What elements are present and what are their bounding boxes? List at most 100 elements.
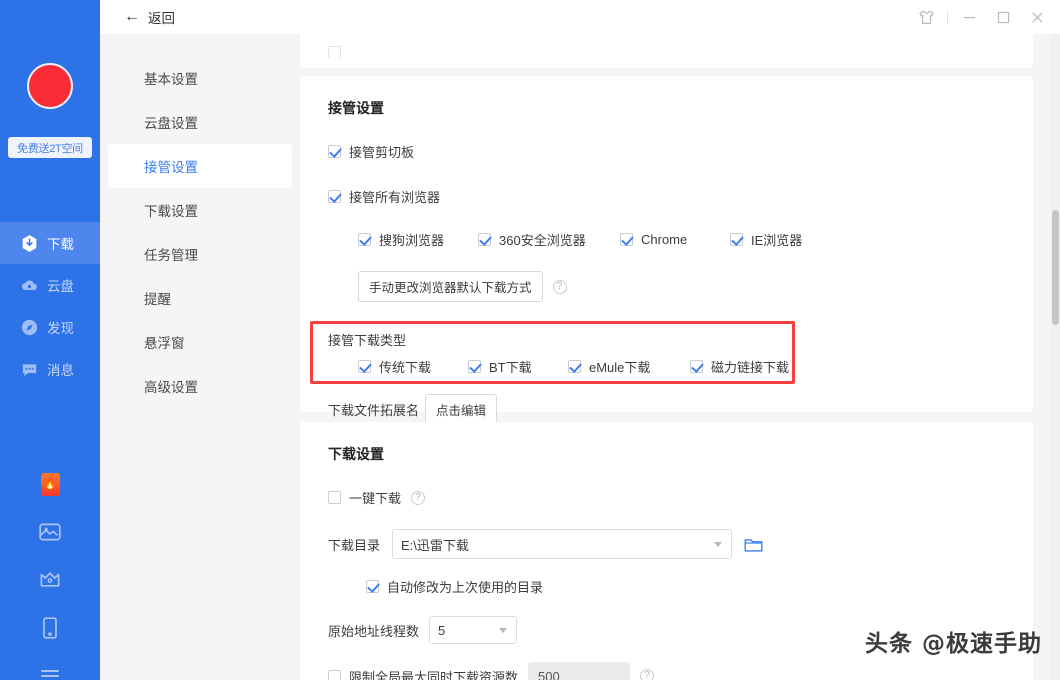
auto-last-dir-checkbox[interactable]	[366, 580, 379, 593]
browser-item-360[interactable]: 360安全浏览器	[478, 230, 620, 249]
one-click-download-help-icon[interactable]: ?	[411, 491, 425, 505]
browser-item-sogou[interactable]: 搜狗浏览器	[358, 230, 478, 249]
takeover-all-browsers-row[interactable]: 接管所有浏览器	[300, 187, 1033, 206]
type-emule-label: eMule下载	[589, 357, 650, 376]
type-magnet-checkbox[interactable]	[690, 360, 703, 373]
skin-icon[interactable]	[909, 0, 943, 34]
folder-open-icon[interactable]	[744, 536, 763, 553]
takeover-clipboard-checkbox[interactable]	[328, 145, 341, 158]
mobile-phone-icon	[42, 617, 58, 639]
takeover-all-browsers-checkbox[interactable]	[328, 190, 341, 203]
window-controls	[909, 0, 1054, 34]
browser-item-chrome[interactable]: Chrome	[620, 232, 730, 247]
previous-section-card	[300, 34, 1033, 68]
type-emule-checkbox[interactable]	[568, 360, 581, 373]
type-traditional-checkbox[interactable]	[358, 360, 371, 373]
limit-concurrent-toggle[interactable]: 限制全局最大同时下载资源数	[328, 667, 518, 680]
limit-concurrent-help-icon[interactable]: ?	[640, 669, 654, 680]
manual-change-row: 手动更改浏览器默认下载方式 ?	[300, 271, 1033, 302]
browser-sogou-checkbox[interactable]	[358, 233, 371, 246]
sidebar-item-discover[interactable]: 发现	[0, 306, 100, 348]
browser-chrome-label: Chrome	[641, 232, 687, 247]
back-label: 返回	[148, 7, 175, 27]
hamburger-menu-icon	[40, 668, 60, 680]
close-button[interactable]	[1020, 0, 1054, 34]
arrow-left-icon: ←	[124, 9, 140, 25]
type-item-magnet[interactable]: 磁力链接下载	[690, 357, 789, 376]
settings-item-reminder[interactable]: 提醒	[108, 276, 292, 320]
chevron-down-icon[interactable]	[499, 628, 507, 633]
origin-threads-select[interactable]: 5	[429, 616, 517, 644]
browser-ie-checkbox[interactable]	[730, 233, 743, 246]
clipped-checkbox[interactable]	[328, 46, 341, 58]
compass-icon	[20, 318, 39, 337]
browser-360-checkbox[interactable]	[478, 233, 491, 246]
rail-tool-mobile[interactable]	[0, 604, 100, 652]
settings-item-takeover[interactable]: 接管设置	[108, 144, 292, 188]
browser-list: 搜狗浏览器 360安全浏览器 Chrome IE浏览器	[300, 230, 1033, 249]
settings-item-basic[interactable]: 基本设置	[108, 56, 292, 100]
settings-item-label: 悬浮窗	[144, 332, 185, 352]
one-click-download-row: 一键下载 ?	[300, 488, 1033, 507]
file-extension-row: 下载文件拓展名 点击编辑	[328, 394, 497, 425]
rail-tool-fire[interactable]: 🔥	[0, 460, 100, 508]
takeover-settings-card: 接管设置 接管剪切板 接管所有浏览器 搜狗浏览器 360安全浏览器	[300, 76, 1033, 412]
settings-item-label: 云盘设置	[144, 112, 198, 132]
type-item-bt[interactable]: BT下载	[468, 357, 568, 376]
manual-change-help-icon[interactable]: ?	[553, 280, 567, 294]
chevron-down-icon[interactable]	[714, 542, 722, 547]
type-bt-checkbox[interactable]	[468, 360, 481, 373]
promo-label: 免费送2T空间	[17, 140, 83, 156]
app-window: 免费送2T空间 下载 云盘 发现	[0, 0, 1060, 680]
settings-item-advanced[interactable]: 高级设置	[108, 364, 292, 408]
takeover-all-browsers-label: 接管所有浏览器	[349, 187, 440, 206]
rail-tool-menu[interactable]	[0, 652, 100, 680]
settings-item-label: 提醒	[144, 288, 171, 308]
browser-sogou-label: 搜狗浏览器	[379, 230, 444, 249]
sidebar-item-cloud[interactable]: 云盘	[0, 264, 100, 306]
one-click-download-toggle[interactable]: 一键下载	[328, 488, 401, 507]
limit-concurrent-input[interactable]: 500	[528, 662, 630, 680]
file-extension-edit-button[interactable]: 点击编辑	[425, 394, 497, 425]
limit-concurrent-checkbox[interactable]	[328, 670, 341, 680]
download-hexagon-icon	[20, 234, 39, 253]
watermark: 头条 @极速手助	[865, 624, 1042, 658]
avatar[interactable]	[0, 58, 100, 114]
type-item-traditional[interactable]: 传统下载	[358, 357, 468, 376]
scrollbar-thumb[interactable]	[1052, 210, 1059, 325]
sidebar-item-messages[interactable]: 消息	[0, 348, 100, 390]
settings-item-float-window[interactable]: 悬浮窗	[108, 320, 292, 364]
download-section-title: 下载设置	[300, 422, 1033, 464]
content-scrollbar[interactable]	[1051, 34, 1060, 680]
sidebar-item-download[interactable]: 下载	[0, 222, 100, 264]
page-title: 接管设置	[300, 76, 1033, 118]
settings-nav: 基本设置 云盘设置 接管设置 下载设置 任务管理 提醒 悬浮窗 高级设置	[100, 34, 300, 680]
control-divider	[947, 11, 948, 24]
rail-tool-gallery[interactable]	[0, 508, 100, 556]
maximize-button[interactable]	[986, 0, 1020, 34]
auto-last-dir-row[interactable]: 自动修改为上次使用的目录	[300, 577, 1033, 596]
type-item-emule[interactable]: eMule下载	[568, 357, 690, 376]
promo-badge[interactable]: 免费送2T空间	[8, 137, 92, 158]
download-dir-label: 下载目录	[328, 535, 380, 554]
download-dir-input[interactable]: E:\迅雷下载	[392, 529, 732, 559]
settings-item-download[interactable]: 下载设置	[108, 188, 292, 232]
back-button[interactable]: ← 返回	[124, 0, 175, 34]
takeover-types-title: 接管下载类型	[328, 330, 406, 349]
takeover-clipboard-row[interactable]: 接管剪切板	[300, 142, 1033, 161]
browser-360-label: 360安全浏览器	[499, 230, 586, 249]
settings-item-cloud[interactable]: 云盘设置	[108, 100, 292, 144]
one-click-download-checkbox[interactable]	[328, 491, 341, 504]
settings-item-tasks[interactable]: 任务管理	[108, 232, 292, 276]
settings-item-label: 高级设置	[144, 376, 198, 396]
download-dir-row: 下载目录 E:\迅雷下载	[300, 529, 1033, 559]
browser-chrome-checkbox[interactable]	[620, 233, 633, 246]
browser-item-ie[interactable]: IE浏览器	[730, 230, 802, 249]
rail-tool-vip[interactable]	[0, 556, 100, 604]
type-bt-label: BT下载	[489, 357, 532, 376]
avatar-image	[27, 63, 73, 109]
manual-change-default-button[interactable]: 手动更改浏览器默认下载方式	[358, 271, 543, 302]
sidebar-item-label: 消息	[47, 359, 74, 379]
sidebar-item-label: 发现	[47, 317, 74, 337]
minimize-button[interactable]	[952, 0, 986, 34]
